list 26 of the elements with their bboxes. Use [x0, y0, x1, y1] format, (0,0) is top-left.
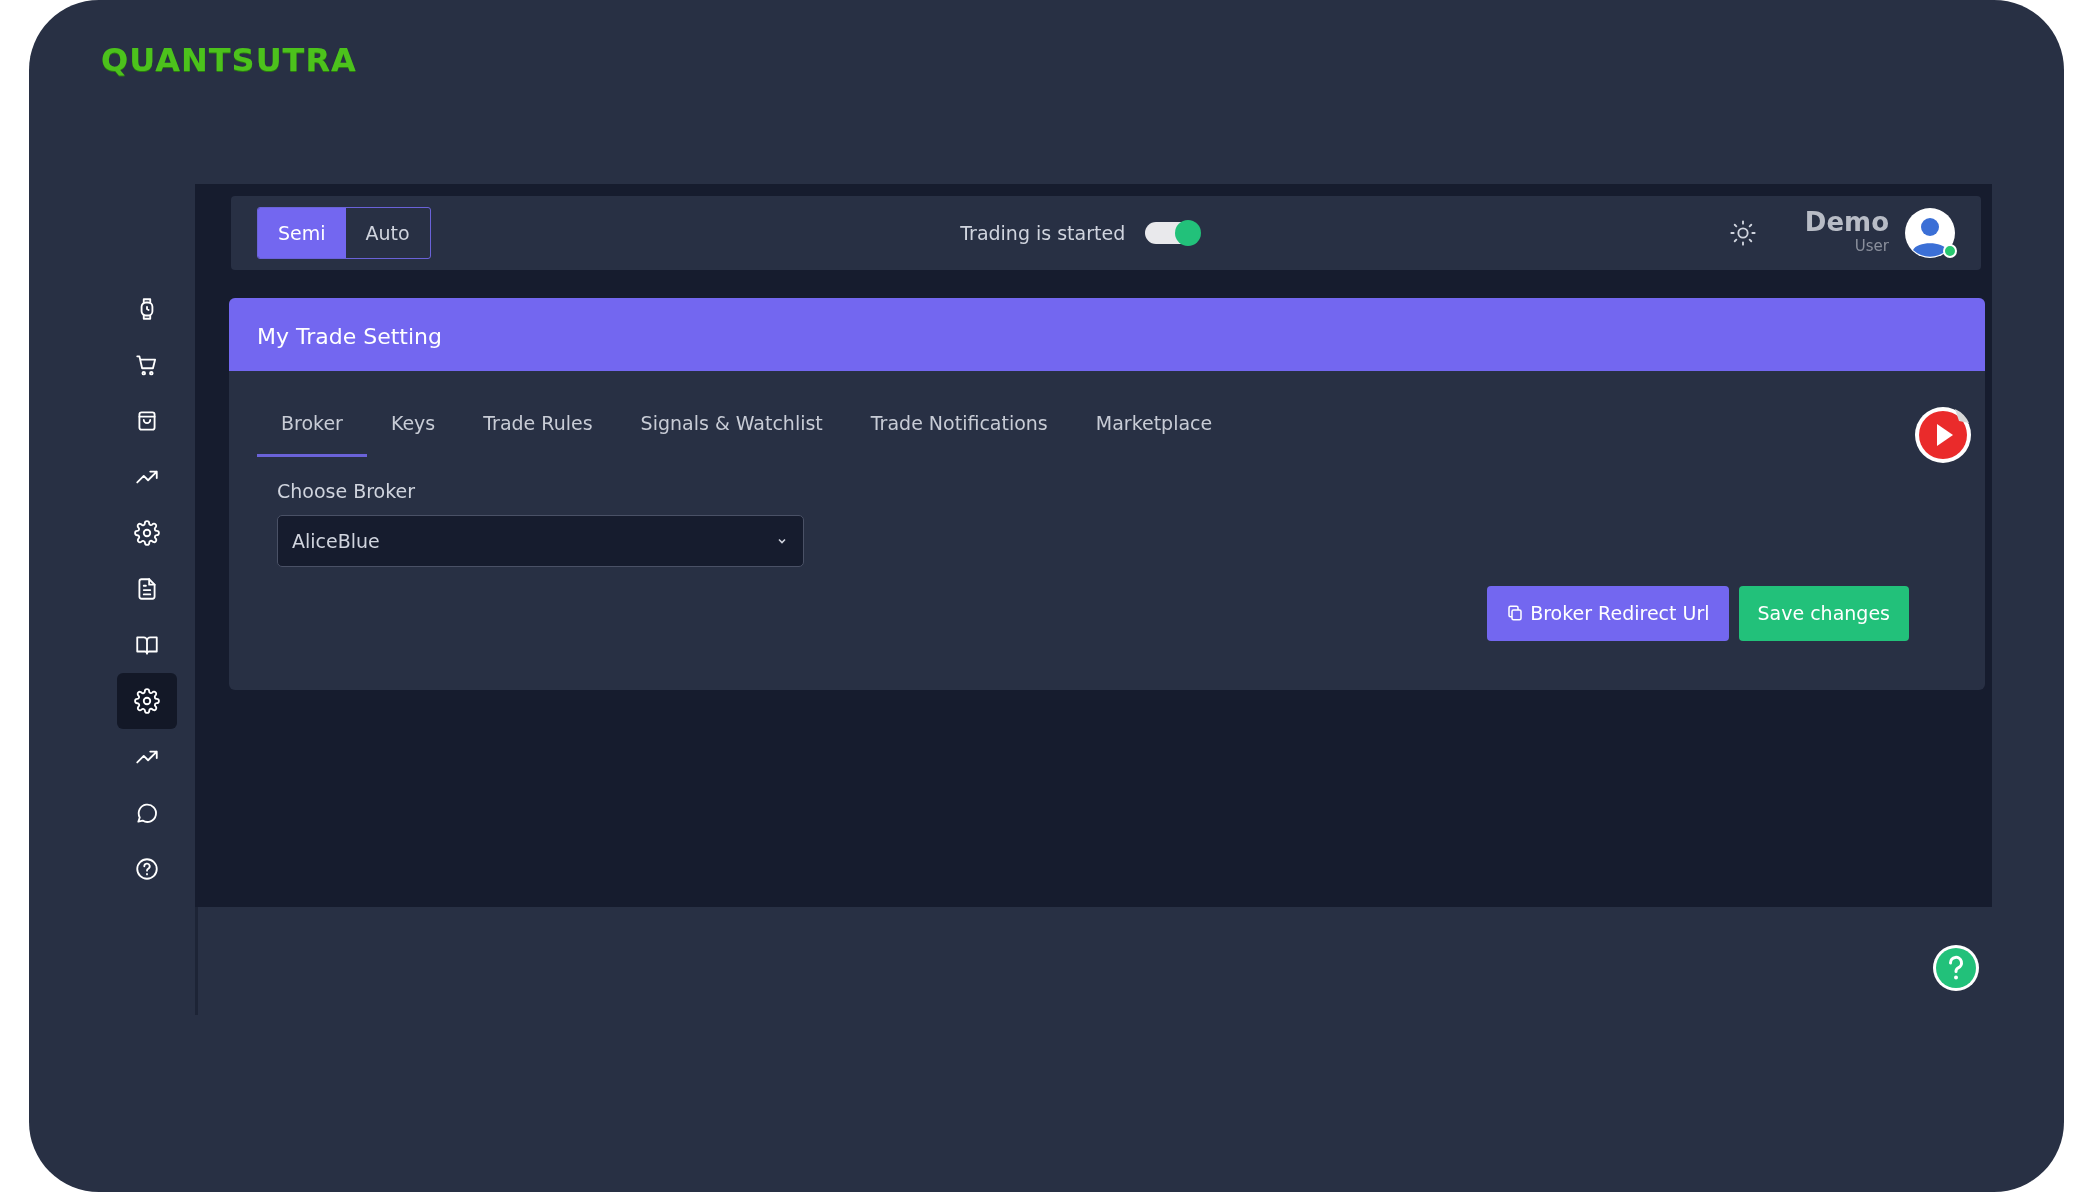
- user-name: Demo: [1804, 208, 1889, 235]
- tab[interactable]: Marketplace: [1071, 397, 1237, 457]
- redirect-url-button[interactable]: Broker Redirect Url: [1487, 586, 1729, 641]
- tab[interactable]: Trade Rules: [459, 397, 617, 457]
- avatar[interactable]: [1905, 208, 1955, 258]
- mode-tab[interactable]: Semi: [258, 207, 346, 259]
- tab[interactable]: Signals & Watchlist: [616, 397, 847, 457]
- settings-icon: [134, 520, 160, 546]
- trading-status: Trading is started: [960, 220, 1126, 246]
- trading-toggle[interactable]: [1145, 222, 1200, 244]
- sun-icon[interactable]: [1728, 219, 1757, 247]
- play-icon[interactable]: [1913, 405, 1973, 465]
- mode-tab[interactable]: Auto: [345, 207, 430, 259]
- help-icon[interactable]: [1932, 944, 1980, 992]
- help-icon: [134, 856, 160, 882]
- field-label: Choose Broker: [277, 478, 417, 504]
- broker-select[interactable]: AliceBlue: [277, 515, 804, 567]
- settings-icon: [134, 688, 160, 714]
- logo: QUANTSUTRA: [101, 40, 358, 81]
- user-role: User: [1853, 235, 1889, 257]
- tab[interactable]: Broker: [257, 397, 367, 457]
- copy-icon: [1506, 604, 1525, 623]
- sidebar-item[interactable]: [117, 673, 177, 729]
- card-title: My Trade Setting: [229, 298, 1985, 371]
- tab[interactable]: Keys: [366, 397, 460, 457]
- tab[interactable]: Trade Notifications: [846, 397, 1072, 457]
